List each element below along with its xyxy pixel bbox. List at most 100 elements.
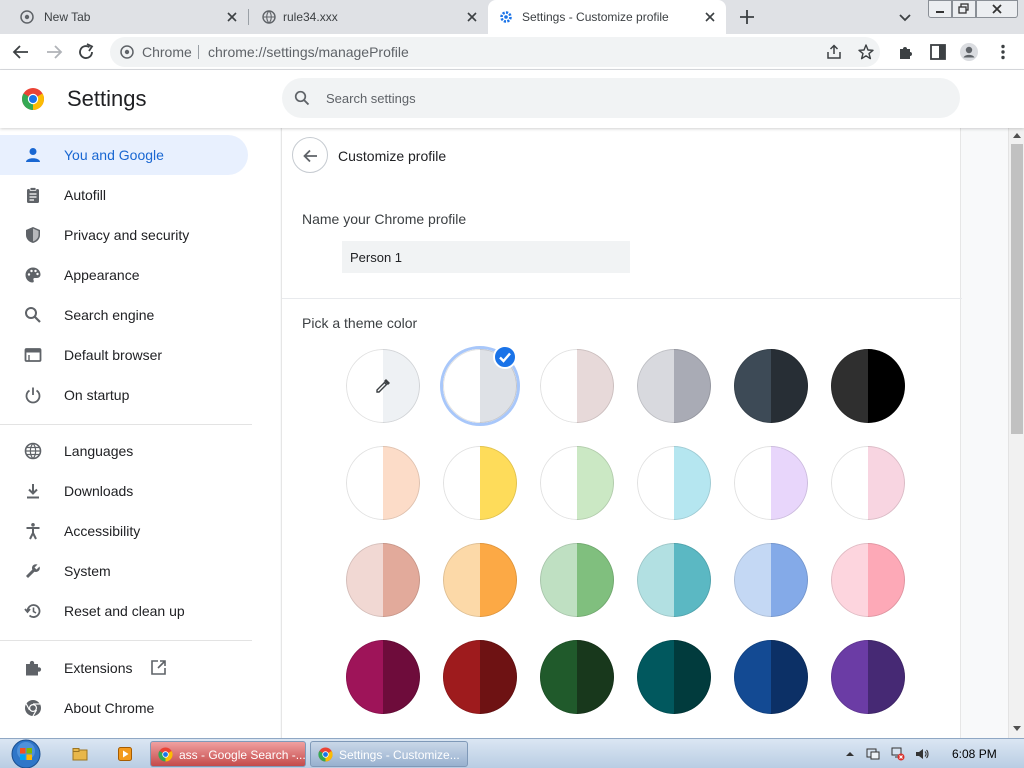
- tab-new-tab[interactable]: New Tab: [8, 0, 248, 34]
- volume-icon[interactable]: [915, 747, 929, 761]
- share-icon[interactable]: [825, 43, 843, 61]
- omnibox-divider: [198, 45, 199, 59]
- new-tab-button[interactable]: [738, 8, 756, 26]
- chrome-icon[interactable]: [120, 45, 134, 59]
- action-center-icon[interactable]: [866, 747, 880, 761]
- sidebar-item-downloads[interactable]: Downloads: [0, 471, 248, 511]
- close-window-button[interactable]: [976, 0, 1018, 18]
- page-title: Settings: [67, 86, 147, 111]
- sidebar-item-languages[interactable]: Languages: [0, 431, 248, 471]
- bookmark-star-icon[interactable]: [857, 43, 875, 61]
- sidebar-item-privacy[interactable]: Privacy and security: [0, 215, 248, 255]
- media-player-icon[interactable]: [117, 746, 133, 762]
- theme-color-swatch[interactable]: [831, 446, 905, 520]
- theme-color-swatch[interactable]: [637, 446, 711, 520]
- power-icon: [25, 387, 41, 404]
- theme-color-swatch[interactable]: [831, 543, 905, 617]
- theme-color-swatch[interactable]: [346, 446, 420, 520]
- theme-color-swatch[interactable]: [831, 349, 905, 423]
- theme-color-swatch[interactable]: [540, 349, 614, 423]
- kebab-menu-icon[interactable]: [993, 42, 1013, 62]
- minimize-button[interactable]: [928, 0, 952, 18]
- taskbar-button-settings[interactable]: Settings - Customize...: [310, 741, 468, 767]
- close-icon[interactable]: [464, 9, 480, 25]
- tab-rule34[interactable]: rule34.xxx: [250, 0, 486, 34]
- extensions-puzzle-icon[interactable]: [896, 42, 916, 62]
- sidebar-item-autofill[interactable]: Autofill: [0, 175, 248, 215]
- taskbar-button-label: ass - Google Search -...: [179, 748, 306, 762]
- network-disconnected-icon[interactable]: [891, 747, 905, 761]
- scrollbar-thumb[interactable]: [1011, 144, 1023, 434]
- theme-color-swatch[interactable]: [346, 640, 420, 714]
- minimize-icon: [936, 11, 944, 13]
- tab-title: New Tab: [44, 10, 91, 24]
- side-panel-icon[interactable]: [928, 42, 948, 62]
- close-icon[interactable]: [702, 9, 718, 25]
- search-placeholder: Search settings: [326, 91, 416, 106]
- sidebar-item-label: On startup: [64, 387, 130, 403]
- sidebar-item-label: System: [64, 563, 111, 579]
- theme-color-swatch[interactable]: [637, 543, 711, 617]
- file-explorer-icon[interactable]: [72, 746, 88, 762]
- sidebar-item-system[interactable]: System: [0, 551, 248, 591]
- scroll-down-arrow[interactable]: [1013, 726, 1021, 731]
- sidebar-item-search-engine[interactable]: Search engine: [0, 295, 248, 335]
- forward-arrow-icon[interactable]: [44, 42, 64, 62]
- scroll-up-arrow[interactable]: [1013, 133, 1021, 138]
- open-in-new-icon[interactable]: [150, 659, 167, 676]
- profile-name-input[interactable]: [342, 241, 630, 273]
- start-button[interactable]: [8, 739, 44, 768]
- sidebar-item-accessibility[interactable]: Accessibility: [0, 511, 248, 551]
- tray-chevron-up-icon[interactable]: [845, 749, 855, 759]
- tab-settings[interactable]: Settings - Customize profile: [488, 0, 726, 34]
- browser-toolbar: Chrome chrome://settings/manageProfile: [0, 34, 1024, 70]
- sidebar-item-about-chrome[interactable]: About Chrome: [0, 688, 248, 728]
- sidebar-item-default-browser[interactable]: Default browser: [0, 335, 248, 375]
- reload-icon[interactable]: [76, 42, 96, 62]
- taskbar-button-google-search[interactable]: ass - Google Search -...: [150, 741, 306, 767]
- sidebar-item-you-and-google[interactable]: You and Google: [0, 135, 248, 175]
- page-scrollbar[interactable]: [1008, 128, 1024, 738]
- theme-color-swatch[interactable]: [637, 640, 711, 714]
- close-icon[interactable]: [224, 9, 240, 25]
- tab-divider: [248, 9, 249, 25]
- color-picker-icon: [376, 379, 390, 393]
- theme-color-swatch[interactable]: [540, 640, 614, 714]
- tab-strip: New Tab rule34.xxx Settings - Customize …: [0, 0, 1024, 34]
- custom-color-swatch[interactable]: [346, 349, 420, 423]
- theme-color-swatch[interactable]: [637, 349, 711, 423]
- theme-color-swatch[interactable]: [831, 640, 905, 714]
- theme-color-swatch[interactable]: [443, 640, 517, 714]
- sidebar-item-extensions[interactable]: Extensions: [0, 648, 248, 688]
- theme-color-swatch[interactable]: [734, 640, 808, 714]
- theme-color-swatch[interactable]: [346, 543, 420, 617]
- system-clock: 6:08 PM: [952, 747, 997, 761]
- sidebar-item-reset[interactable]: Reset and clean up: [0, 591, 248, 631]
- theme-color-swatch[interactable]: [443, 446, 517, 520]
- accessibility-icon: [26, 523, 40, 540]
- sidebar-item-label: Autofill: [64, 187, 107, 203]
- search-settings-field[interactable]: Search settings: [282, 78, 960, 118]
- theme-color-swatch[interactable]: [734, 543, 808, 617]
- globe-icon: [20, 10, 34, 24]
- chevron-down-icon[interactable]: [897, 9, 913, 25]
- theme-color-swatch[interactable]: [540, 543, 614, 617]
- download-icon: [27, 484, 39, 499]
- sidebar-item-appearance[interactable]: Appearance: [0, 255, 248, 295]
- clipboard-icon: [27, 187, 39, 203]
- sidebar-item-on-startup[interactable]: On startup: [0, 375, 248, 415]
- back-button[interactable]: [292, 137, 328, 173]
- theme-color-swatch[interactable]: [734, 446, 808, 520]
- wrench-icon: [26, 564, 40, 578]
- back-arrow-icon[interactable]: [11, 42, 31, 62]
- sidebar-item-label: You and Google: [64, 147, 164, 163]
- theme-color-swatch[interactable]: [734, 349, 808, 423]
- theme-color-swatch[interactable]: [443, 543, 517, 617]
- sidebar-item-label: Extensions: [64, 660, 133, 676]
- url-text[interactable]: chrome://settings/manageProfile: [208, 44, 409, 60]
- restore-button[interactable]: [952, 0, 976, 18]
- sidebar-divider: [0, 640, 252, 641]
- profile-avatar-icon[interactable]: [959, 42, 979, 62]
- theme-color-swatch[interactable]: [540, 446, 614, 520]
- address-bar[interactable]: Chrome chrome://settings/manageProfile: [110, 37, 880, 67]
